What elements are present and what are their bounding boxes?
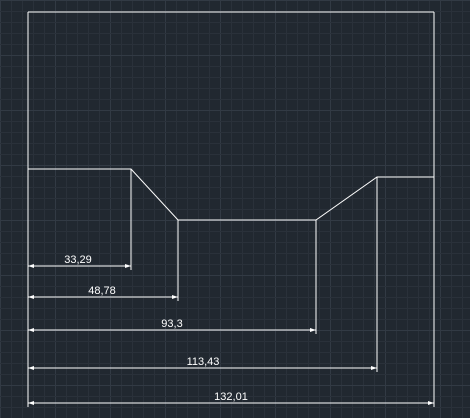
dimension-33-29[interactable]: 33,29 [28,254,131,268]
arrowhead-end [172,295,178,299]
dimension-label-132-01: 132,01 [214,391,248,403]
arrowhead-start [28,401,34,405]
arrowhead-end [428,401,434,405]
dimension-48-78[interactable]: 48,78 [28,285,178,299]
arrowhead-start [28,295,34,299]
dimension-93-3[interactable]: 93,3 [28,318,316,332]
background-grid [0,0,470,418]
dimension-label-48-78: 48,78 [88,285,116,297]
arrowhead-start [28,366,34,370]
arrowhead-end [310,328,316,332]
cad-drawing-canvas[interactable]: 33,29 48,78 93,3 113,43 132,01 [0,0,470,418]
dimension-label-113-43: 113,43 [187,356,220,368]
dimension-label-93-3: 93,3 [161,318,182,330]
arrowhead-start [28,328,34,332]
dimension-label-33-29: 33,29 [64,254,92,266]
